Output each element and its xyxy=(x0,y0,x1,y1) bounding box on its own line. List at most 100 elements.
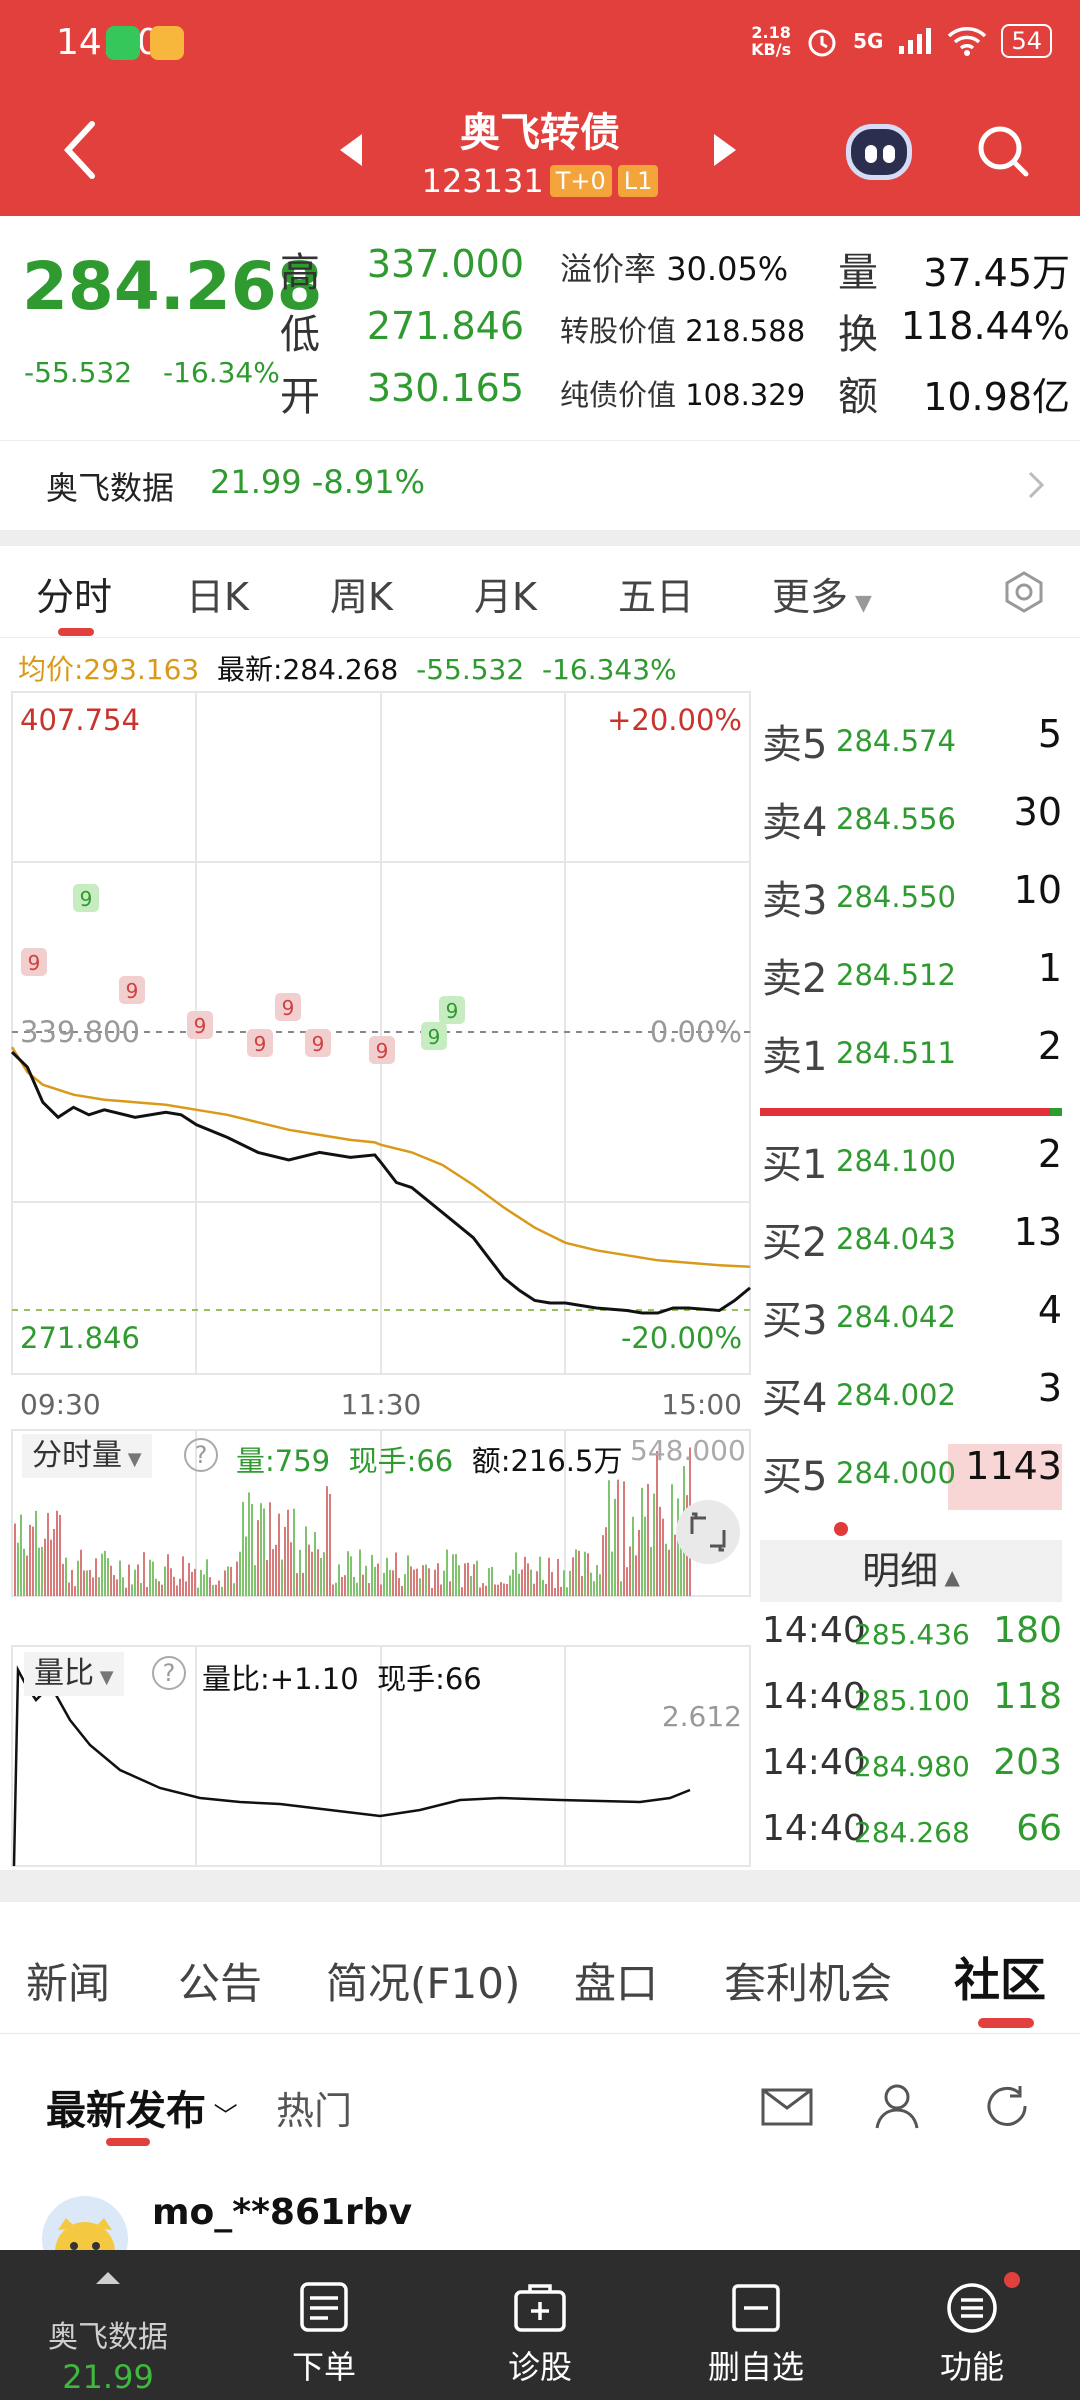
volume-bar xyxy=(119,1560,121,1596)
tab-announcements[interactable]: 公告 xyxy=(178,1950,262,2011)
fullscreen-icon[interactable] xyxy=(676,1500,740,1564)
feed-tab-indicator xyxy=(106,2138,150,2146)
svg-text:9: 9 xyxy=(428,1025,441,1049)
settings-icon[interactable] xyxy=(1002,570,1046,614)
ask-row[interactable]: 卖4 284.556 30 xyxy=(762,790,1062,854)
refresh-icon[interactable] xyxy=(980,2082,1034,2130)
tab-intraday[interactable]: 分时 xyxy=(36,566,112,621)
search-icon[interactable] xyxy=(976,124,1030,178)
tab-f10[interactable]: 简况(F10) xyxy=(326,1950,520,2011)
volume-bar xyxy=(632,1516,634,1596)
bid-row[interactable]: 买1 284.100 2 xyxy=(762,1132,1062,1196)
nav-order[interactable]: 下单 xyxy=(216,2250,432,2400)
volume-bar xyxy=(221,1586,223,1596)
trade-detail-header[interactable]: 明细 ▲ xyxy=(760,1540,1062,1602)
bid-row[interactable]: 买3 284.042 4 xyxy=(762,1288,1062,1352)
volume-bar xyxy=(503,1583,505,1596)
bid-row[interactable]: 买2 284.043 13 xyxy=(762,1210,1062,1274)
bid-row[interactable]: 买5 284.000 1143 xyxy=(762,1444,1062,1508)
volume-bar xyxy=(326,1486,328,1596)
volume-bar xyxy=(443,1570,445,1596)
latest-price: 最新:284.268 xyxy=(217,653,399,686)
feed-latest-dropdown[interactable]: 最新发布 ﹀ xyxy=(46,2078,238,2136)
prev-close-label: 339.800 xyxy=(20,1015,140,1049)
tab-news[interactable]: 新闻 xyxy=(26,1950,110,2011)
last-price: 284.268 xyxy=(22,248,323,325)
volume-bar xyxy=(236,1561,238,1596)
nav-functions-label: 功能 xyxy=(939,2348,1004,2386)
feed-post[interactable]: mo_**861rbv xyxy=(0,2156,1080,2282)
time-end-label: 15:00 xyxy=(661,1388,742,1421)
tab-more[interactable]: 更多 ▼ xyxy=(772,566,872,621)
nav-diagnose-label: 诊股 xyxy=(507,2348,572,2386)
volume-bar xyxy=(65,1557,67,1596)
volume-bar xyxy=(560,1586,562,1596)
ask-row[interactable]: 卖5 284.574 5 xyxy=(762,712,1062,776)
change-value: -55.532 xyxy=(24,356,133,389)
t0-tag: T+0 xyxy=(549,165,612,197)
ratio-indicator-dropdown[interactable]: 量比 ▼ xyxy=(24,1652,124,1696)
volume-bar xyxy=(290,1542,292,1596)
nav-remove-watchlist[interactable]: 删自选 xyxy=(648,2250,864,2400)
volume-bar xyxy=(92,1577,94,1596)
tab-orderbook[interactable]: 盘口 xyxy=(574,1950,658,2011)
underlying-stock-row[interactable]: 奥飞数据 21.99 -8.91% xyxy=(0,440,1080,530)
nav-order-label: 下单 xyxy=(291,2348,356,2386)
volume-bar xyxy=(599,1574,601,1596)
bid-row[interactable]: 买4 284.002 3 xyxy=(762,1366,1062,1430)
level-tag: L1 xyxy=(617,165,659,197)
tab-community[interactable]: 社区 xyxy=(954,1944,1046,2010)
info-tabs: 新闻 公告 简况(F10) 盘口 套利机会 社区 xyxy=(0,1902,1080,2034)
tab-monthly-k[interactable]: 月K xyxy=(474,566,537,621)
volume-bar xyxy=(266,1560,268,1596)
tab-arbitrage[interactable]: 套利机会 xyxy=(724,1950,892,2011)
volume-bar xyxy=(203,1574,205,1596)
volume-bar xyxy=(605,1527,607,1596)
ratio-help-icon[interactable]: ? xyxy=(152,1656,186,1690)
time-start-label: 09:30 xyxy=(20,1388,101,1421)
ask-row[interactable]: 卖3 284.550 10 xyxy=(762,868,1062,932)
post-username[interactable]: mo_**861rbv xyxy=(152,2192,412,2233)
volume-help-icon[interactable]: ? xyxy=(184,1438,218,1472)
ask-row[interactable]: 卖1 284.511 2 xyxy=(762,1024,1062,1088)
nav-diagnose[interactable]: 诊股 xyxy=(432,2250,648,2400)
prev-security-button[interactable] xyxy=(340,134,362,166)
change-pct: -16.34% xyxy=(162,356,280,389)
ask-row[interactable]: 卖2 284.512 1 xyxy=(762,946,1062,1010)
volume-indicator-dropdown[interactable]: 分时量 ▼ xyxy=(22,1434,152,1478)
volume-bar xyxy=(404,1574,406,1596)
volume-bar xyxy=(158,1581,160,1596)
trade-marker: 9 xyxy=(421,1022,447,1050)
volume-bar xyxy=(344,1575,346,1596)
volume-bar xyxy=(656,1450,658,1596)
tab-daily-k[interactable]: 日K xyxy=(186,566,249,621)
user-icon[interactable] xyxy=(870,2082,924,2130)
feed-hot-tab[interactable]: 热门 xyxy=(276,2080,352,2135)
tab-weekly-k[interactable]: 周K xyxy=(330,566,393,621)
active-tab-indicator xyxy=(58,628,94,636)
volume-max-label: 548.000 xyxy=(630,1434,746,1467)
feed-toolbar: 最新发布 ﹀ 热门 xyxy=(0,2034,1080,2156)
volume-bar xyxy=(245,1536,247,1596)
volume-bar xyxy=(530,1569,532,1596)
volume-bar xyxy=(416,1568,418,1596)
volume-bar xyxy=(527,1563,529,1596)
volume-bar xyxy=(62,1563,64,1596)
volume-bar xyxy=(269,1502,271,1596)
volume-bar xyxy=(329,1493,331,1596)
tab-five-day[interactable]: 五日 xyxy=(618,566,694,621)
nav-functions[interactable]: 功能 xyxy=(864,2250,1080,2400)
volume-bar xyxy=(179,1578,181,1596)
nav-stock[interactable]: 奥飞数据 21.99 xyxy=(0,2250,216,2400)
volume-bar xyxy=(497,1584,499,1596)
volume-bar xyxy=(212,1584,214,1596)
next-security-button[interactable] xyxy=(714,134,736,166)
volume-bar xyxy=(413,1569,415,1596)
mail-icon[interactable] xyxy=(760,2082,814,2130)
robot-assistant-icon[interactable] xyxy=(846,124,912,180)
svg-text:9: 9 xyxy=(80,887,93,911)
trade-marker: 9 xyxy=(73,884,99,912)
volume-bar xyxy=(347,1551,349,1596)
volume-bar xyxy=(584,1551,586,1596)
active-tab-indicator xyxy=(978,2018,1034,2028)
